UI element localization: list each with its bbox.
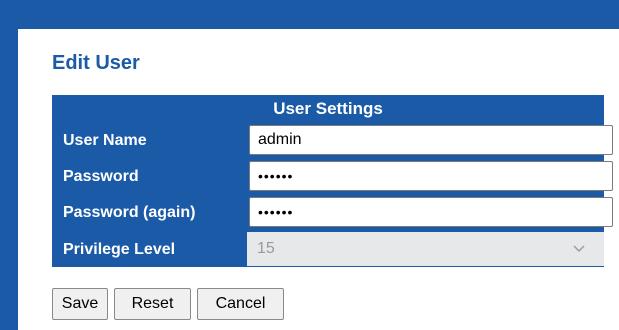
- content-panel: Edit User User Settings User Name Passwo…: [18, 29, 619, 330]
- privilege-level-value: 15: [257, 240, 275, 257]
- left-frame-bar: [0, 0, 18, 330]
- save-button[interactable]: Save: [52, 288, 108, 320]
- page-title: Edit User: [52, 52, 140, 74]
- password-label: Password: [63, 168, 139, 185]
- reset-button[interactable]: Reset: [114, 288, 191, 320]
- password-again-input[interactable]: [249, 197, 613, 227]
- user-name-input[interactable]: [249, 125, 613, 155]
- privilege-level-cell: 15: [247, 232, 604, 266]
- password-again-label: Password (again): [63, 204, 196, 221]
- top-frame-bar: [0, 0, 619, 29]
- privilege-level-label: Privilege Level: [63, 241, 176, 258]
- user-name-row: User Name: [52, 123, 613, 159]
- privilege-level-row: Privilege Level 15: [52, 232, 604, 266]
- password-row: Password: [52, 159, 613, 195]
- cancel-button[interactable]: Cancel: [197, 288, 284, 320]
- table-header: User Settings: [273, 99, 383, 118]
- password-input[interactable]: [249, 161, 613, 191]
- user-settings-table: User Settings User Name Password Passwor…: [52, 95, 613, 267]
- chevron-down-icon: [573, 245, 585, 252]
- password-again-row: Password (again): [52, 195, 613, 231]
- privilege-level-select[interactable]: 15: [249, 235, 586, 263]
- user-name-label: User Name: [63, 132, 147, 149]
